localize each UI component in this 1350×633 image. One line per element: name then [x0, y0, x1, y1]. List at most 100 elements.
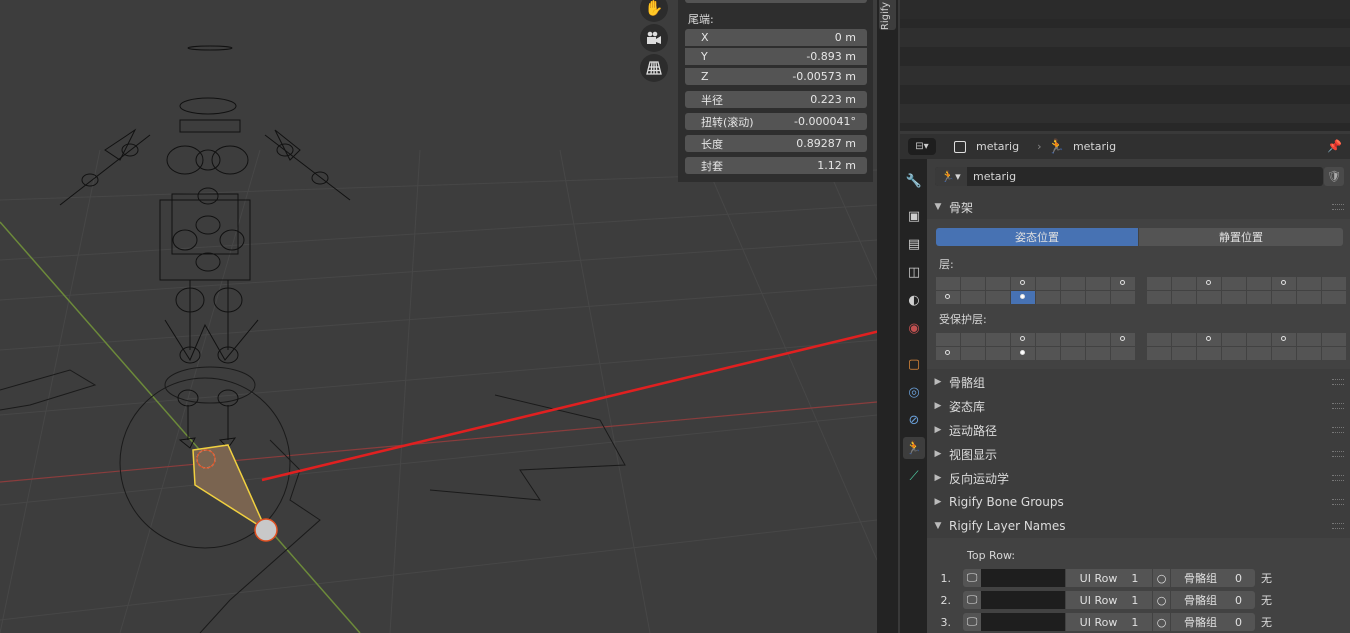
ui-row-field[interactable]: UI Row 1 [1066, 613, 1152, 631]
protected-grid-right[interactable] [1147, 333, 1346, 360]
ui-row-field[interactable]: UI Row 1 [1066, 591, 1152, 609]
envelope-field[interactable]: 封套 1.12 m [685, 157, 867, 174]
bone-group-field[interactable]: 骨骼组 0 [1171, 613, 1255, 631]
object-icon [954, 140, 966, 153]
none-label: 无 [1261, 572, 1272, 585]
drag-grip-icon[interactable] [1332, 403, 1344, 409]
length-field[interactable]: 长度 0.89287 m [685, 135, 867, 152]
collapsed-triangle-icon: ▶ [934, 425, 942, 435]
row-number: 3. [940, 615, 952, 629]
roll-field[interactable]: 扭转(滚动) -0.000041° [685, 113, 867, 130]
monitor-icon[interactable]: 🖵 [963, 591, 981, 609]
none-label: 无 [1261, 594, 1272, 607]
outliner[interactable] [900, 0, 1350, 131]
pose-position-button[interactable]: 姿态位置 [936, 228, 1138, 246]
protected-grid-left[interactable] [936, 333, 1135, 360]
expand-triangle-icon: ▼ [934, 202, 942, 212]
circle-icon[interactable]: ○ [1153, 591, 1170, 609]
bone-group-field[interactable]: 骨骼组 0 [1171, 569, 1255, 587]
list-item[interactable] [900, 104, 1350, 123]
armature-icon: 🏃 [1047, 138, 1065, 155]
monitor-icon[interactable]: 🖵 [963, 613, 981, 631]
panel-rigify-bone-groups[interactable]: ▶ Rigify Bone Groups [927, 490, 1350, 514]
bone-transform-panel: 尾端: X0 m Y -0.893 m Z -0.00573 m 半径 0.223 m… [678, 0, 873, 182]
layers-grid-right[interactable] [1147, 277, 1346, 304]
drag-grip-icon[interactable] [1332, 379, 1344, 385]
3d-viewport[interactable]: ✋ 尾端: X0 m Y -0.893 m Z -0.00573 m 半径 0.223… [0, 0, 877, 633]
layers-grid-left[interactable] [936, 277, 1135, 304]
collapsed-triangle-icon: ▶ [934, 377, 942, 387]
drag-grip-icon[interactable] [1332, 523, 1344, 529]
armature-selector-value: metarig [973, 170, 1017, 183]
layer-name-input[interactable] [981, 613, 1065, 631]
monitor-icon[interactable]: 🖵 [963, 569, 981, 587]
layer-name-input[interactable] [981, 591, 1065, 609]
expand-triangle-icon: ▼ [934, 521, 942, 531]
object-breadcrumb[interactable]: metarig [954, 140, 1019, 153]
fake-user-shield-icon[interactable]: 🛡 [1324, 167, 1344, 186]
properties-content: 🏃▾ metarig 🛡 ▼ 骨架 姿态位置 静置位置 层: 受保护层: ▶ 骨骼… [927, 159, 1350, 633]
panel-skeleton-header[interactable]: ▼ 骨架 [927, 195, 1350, 219]
drag-grip-icon[interactable] [1332, 451, 1344, 457]
circle-icon[interactable]: ○ [1153, 569, 1170, 587]
panel-title: 骨架 [949, 200, 974, 215]
row-number: 2. [940, 593, 952, 607]
collapsed-triangle-icon: ▶ [934, 449, 942, 459]
editor-type-button[interactable]: ⊟▾ [908, 138, 936, 155]
list-item[interactable] [900, 28, 1350, 47]
camera-icon[interactable] [640, 24, 668, 52]
tool-icon[interactable]: 🔧 [903, 170, 925, 192]
armature-browse-icon[interactable]: 🏃▾ [935, 167, 967, 186]
table-row: 1. 🖵 UI Row 1 ○ 骨骼组 0 无 [927, 568, 1272, 588]
grid-icon[interactable] [640, 54, 668, 82]
render-icon[interactable]: ▣ [903, 205, 925, 227]
editor-type-icon: ⊟▾ [915, 141, 929, 152]
drag-grip-icon[interactable] [1332, 475, 1344, 481]
view-layer-icon[interactable]: ◫ [903, 261, 925, 283]
panel-viewport-display[interactable]: ▶ 视图显示 [927, 442, 1350, 466]
tail-x-field[interactable]: X0 m [685, 29, 867, 46]
circle-icon[interactable]: ○ [1153, 613, 1170, 631]
tail-label: 尾端: [688, 13, 714, 26]
bone-icon[interactable]: ⟋ [903, 465, 925, 487]
radius-field[interactable]: 半径 0.223 m [685, 91, 867, 108]
collapsed-triangle-icon: ▶ [934, 473, 942, 483]
properties-tabs: 🔧 ▣ ▤ ◫ ◐ ◉ ▢ ◎ ⊘ 🏃 ⟋ [900, 159, 927, 633]
drag-grip-icon[interactable] [1332, 427, 1344, 433]
armature-selector[interactable]: 🏃▾ metarig [935, 167, 1323, 186]
protected-layers-label: 受保护层: [939, 313, 987, 326]
layers-label: 层: [939, 258, 954, 271]
panel-pose-library[interactable]: ▶ 姿态库 [927, 394, 1350, 418]
panel-bone-groups[interactable]: ▶ 骨骼组 [927, 370, 1350, 394]
panel-motion-paths[interactable]: ▶ 运动路径 [927, 418, 1350, 442]
armature-data-icon[interactable]: 🏃 [903, 437, 925, 459]
panel-inverse-kinematics[interactable]: ▶ 反向运动学 [927, 466, 1350, 490]
drag-grip-icon[interactable] [1332, 204, 1344, 210]
list-item[interactable] [900, 66, 1350, 85]
modifiers-icon[interactable]: ◎ [903, 381, 925, 403]
object-properties-icon[interactable]: ▢ [903, 353, 925, 375]
row-number: 1. [940, 571, 952, 585]
output-icon[interactable]: ▤ [903, 233, 925, 255]
ui-row-field[interactable]: UI Row 1 [1066, 569, 1152, 587]
list-item[interactable] [900, 0, 1350, 19]
tail-z-field[interactable]: Z -0.00573 m [685, 68, 867, 85]
rest-position-button[interactable]: 静置位置 [1139, 228, 1343, 246]
pin-icon[interactable]: 📌 [1327, 139, 1342, 153]
breadcrumb-separator: › [1037, 140, 1042, 153]
partial-field[interactable] [685, 0, 867, 3]
tail-y-field[interactable]: Y -0.893 m [685, 48, 867, 65]
bone-group-field[interactable]: 骨骼组 0 [1171, 591, 1255, 609]
table-row: 2. 🖵 UI Row 1 ○ 骨骼组 0 无 [927, 590, 1272, 610]
physics-icon[interactable]: ⊘ [903, 409, 925, 431]
tab-rigify[interactable]: Rigify [879, 0, 896, 30]
armature-breadcrumb[interactable]: 🏃 metarig [1048, 139, 1117, 155]
collapsed-triangle-icon: ▶ [934, 497, 942, 507]
collapsed-triangle-icon: ▶ [934, 401, 942, 411]
world-icon[interactable]: ◉ [903, 317, 925, 339]
scene-icon[interactable]: ◐ [903, 289, 925, 311]
panel-rigify-layer-names[interactable]: ▼ Rigify Layer Names [927, 514, 1350, 538]
layer-name-input[interactable] [981, 569, 1065, 587]
object-name: metarig [976, 140, 1020, 153]
drag-grip-icon[interactable] [1332, 499, 1344, 505]
